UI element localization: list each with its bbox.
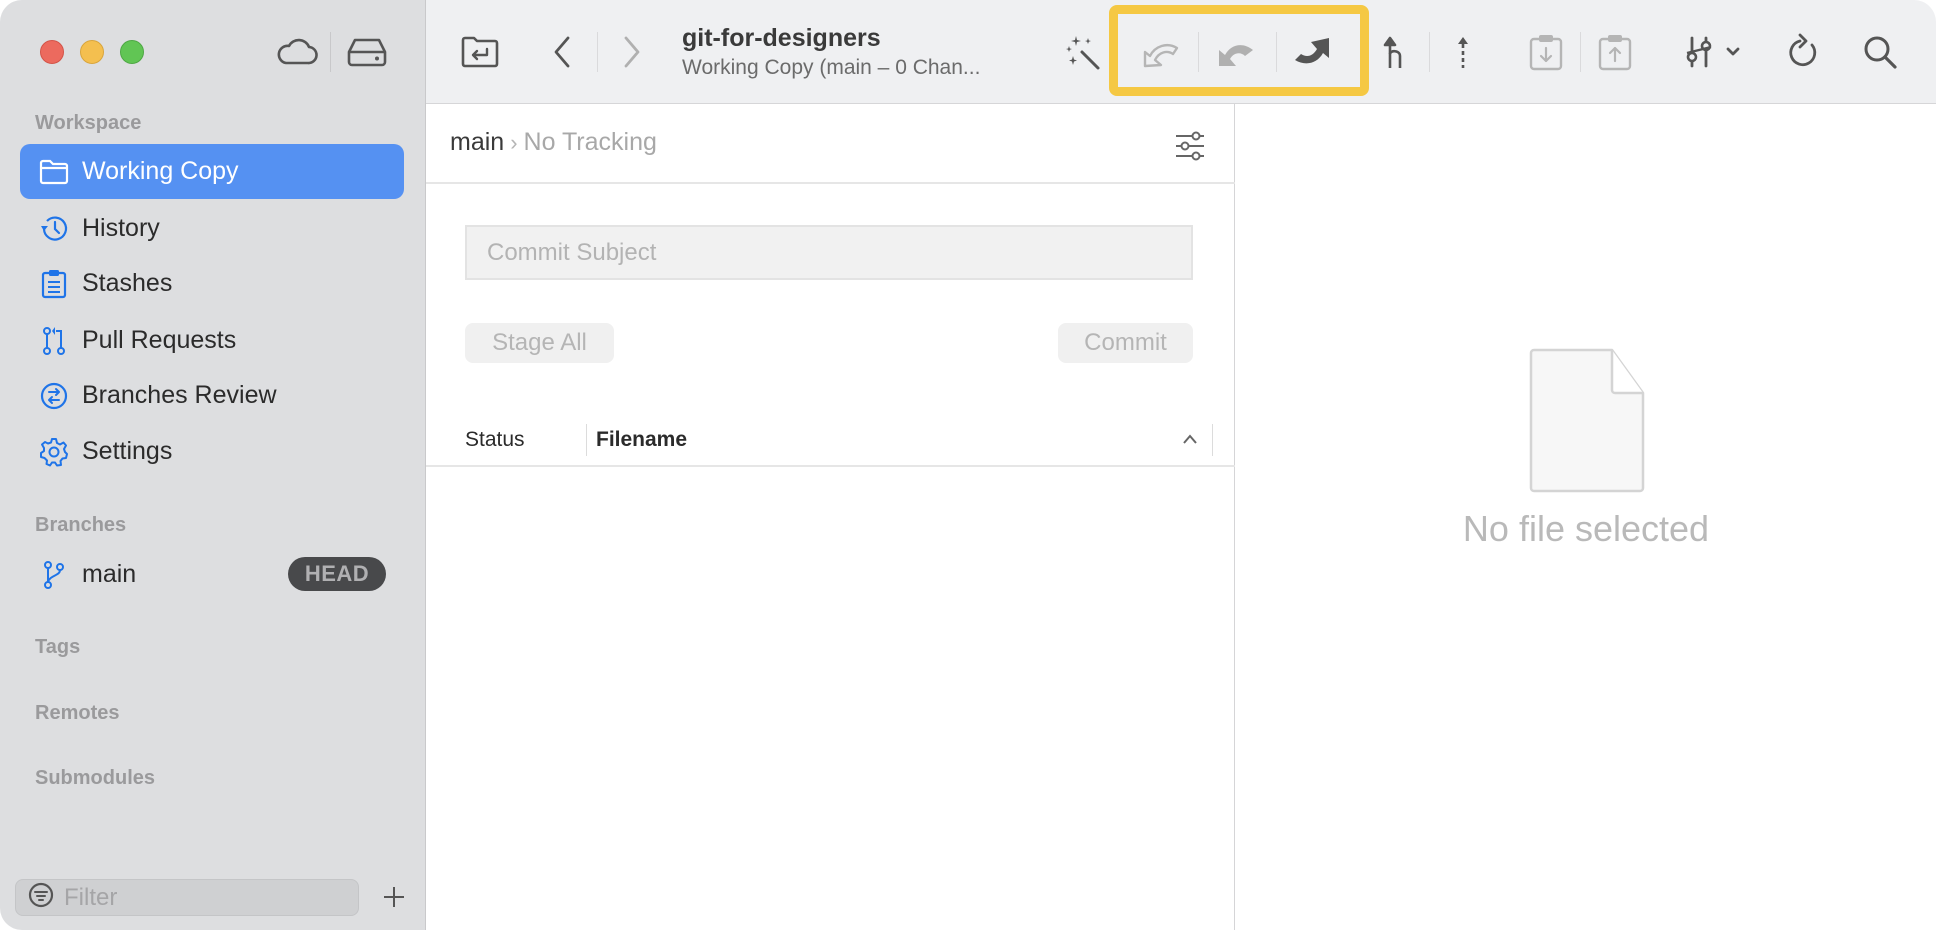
push-button[interactable] (1441, 30, 1485, 74)
search-icon (1864, 36, 1897, 69)
undo-outline-icon (1143, 44, 1179, 68)
branch-name: main (82, 560, 137, 588)
changes-pane: main › No Tracking Stage All Commit Stat… (426, 104, 1235, 930)
cloud-icon[interactable] (275, 34, 319, 70)
toolbar-divider (1429, 32, 1430, 72)
magic-wand-icon (1066, 36, 1100, 70)
clipboard-icon (38, 268, 70, 300)
sidebar-item-settings[interactable]: Settings (20, 424, 404, 479)
add-button[interactable] (378, 880, 410, 914)
file-list[interactable] (426, 467, 1235, 930)
push-arrow-icon (1458, 37, 1468, 68)
folder-return-icon (461, 36, 499, 68)
branch-item-main[interactable]: main (20, 547, 320, 602)
breadcrumb: main › No Tracking (450, 128, 657, 157)
open-repo-button[interactable] (458, 30, 502, 74)
column-header-status[interactable]: Status (465, 428, 525, 452)
toolbar-divider (1580, 32, 1581, 72)
close-window-button[interactable] (40, 40, 64, 64)
refresh-button[interactable] (1782, 30, 1826, 74)
sidebar-item-working-copy[interactable]: Working Copy (20, 144, 404, 199)
back-button[interactable] (540, 30, 584, 74)
drive-icon[interactable] (345, 34, 389, 70)
stash-in-button[interactable] (1524, 30, 1568, 74)
sidebar-item-branches-review[interactable]: Branches Review (20, 368, 404, 423)
breadcrumb-branch[interactable]: main (450, 128, 504, 157)
stage-all-button[interactable]: Stage All (465, 323, 614, 363)
plus-icon (384, 887, 404, 907)
options-menu-button[interactable] (1684, 30, 1754, 74)
section-label-tags[interactable]: Tags (35, 636, 80, 659)
chevron-right-icon (624, 36, 640, 68)
toolbar-divider (597, 32, 598, 72)
sidebar-item-label: Stashes (82, 269, 173, 297)
breadcrumb-tracking[interactable]: No Tracking (524, 128, 657, 157)
minimize-window-button[interactable] (80, 40, 104, 64)
redo-button[interactable] (1290, 30, 1334, 74)
history-icon (38, 213, 70, 245)
filter-options-icon (1176, 131, 1204, 161)
sidebar-item-label: Pull Requests (82, 326, 237, 354)
column-header-filename[interactable]: Filename (596, 428, 687, 452)
toolbar-divider (1198, 32, 1199, 72)
redo-icon (1295, 38, 1329, 64)
breadcrumb-separator: › (510, 129, 518, 155)
pull-request-icon (38, 325, 70, 357)
column-separator[interactable] (1212, 424, 1213, 456)
gear-icon (38, 436, 70, 468)
sidebar-item-label: Working Copy (82, 157, 239, 185)
zoom-window-button[interactable] (120, 40, 144, 64)
sidebar-item-label: History (82, 214, 160, 242)
filter-icon (28, 882, 54, 913)
forward-button[interactable] (610, 30, 654, 74)
section-label-remotes[interactable]: Remotes (35, 702, 119, 725)
sidebar-top-divider (330, 32, 331, 72)
refresh-icon (1789, 33, 1817, 67)
document-icon (1528, 348, 1646, 499)
file-preview-pane: No file selected (1236, 104, 1936, 930)
filter-input[interactable] (64, 883, 334, 912)
app-window: Workspace Working Copy History Stashes P… (0, 0, 1936, 930)
magic-wand-button[interactable] (1060, 30, 1104, 74)
sidebar-item-pull-requests[interactable]: Pull Requests (20, 313, 404, 368)
branch-icon (38, 559, 70, 591)
commit-button[interactable]: Commit (1058, 323, 1193, 363)
branch-up-button[interactable] (1372, 30, 1416, 74)
undo-icon (1219, 45, 1253, 66)
undo-button[interactable] (1214, 30, 1258, 74)
clipboard-down-icon (1529, 35, 1563, 71)
folder-icon (38, 156, 70, 188)
head-badge: HEAD (288, 557, 386, 591)
sort-ascending-icon[interactable] (1182, 432, 1198, 450)
sidebar-item-history[interactable]: History (20, 201, 404, 256)
view-options-button[interactable] (1170, 126, 1210, 166)
column-separator[interactable] (586, 424, 587, 456)
branch-up-icon (1383, 36, 1402, 68)
sliders-icon (1686, 36, 1740, 68)
divider (426, 182, 1235, 184)
commit-subject-input[interactable] (465, 225, 1193, 280)
chevron-down-icon (1726, 47, 1740, 56)
filter-field[interactable] (15, 879, 359, 916)
chevron-left-icon (554, 36, 570, 68)
repo-subtitle: Working Copy (main – 0 Chan... (682, 56, 981, 79)
clipboard-up-icon (1598, 35, 1632, 71)
section-label-workspace: Workspace (35, 112, 142, 134)
repo-title: git-for-designers (682, 24, 881, 52)
toolbar-divider (1276, 32, 1277, 72)
toolbar: git-for-designers Working Copy (main – 0… (426, 0, 1936, 104)
empty-state-label: No file selected (1462, 508, 1710, 549)
stash-out-button[interactable] (1593, 30, 1637, 74)
sidebar-item-stashes[interactable]: Stashes (20, 256, 404, 311)
undo-outline-button[interactable] (1140, 30, 1184, 74)
sidebar-item-label: Settings (82, 437, 173, 465)
sidebar-item-label: Branches Review (82, 381, 277, 409)
section-label-branches: Branches (35, 514, 127, 536)
search-button[interactable] (1858, 30, 1902, 74)
branches-review-icon (38, 380, 70, 412)
sidebar: Workspace Working Copy History Stashes P… (0, 0, 426, 930)
section-label-submodules[interactable]: Submodules (35, 767, 155, 790)
